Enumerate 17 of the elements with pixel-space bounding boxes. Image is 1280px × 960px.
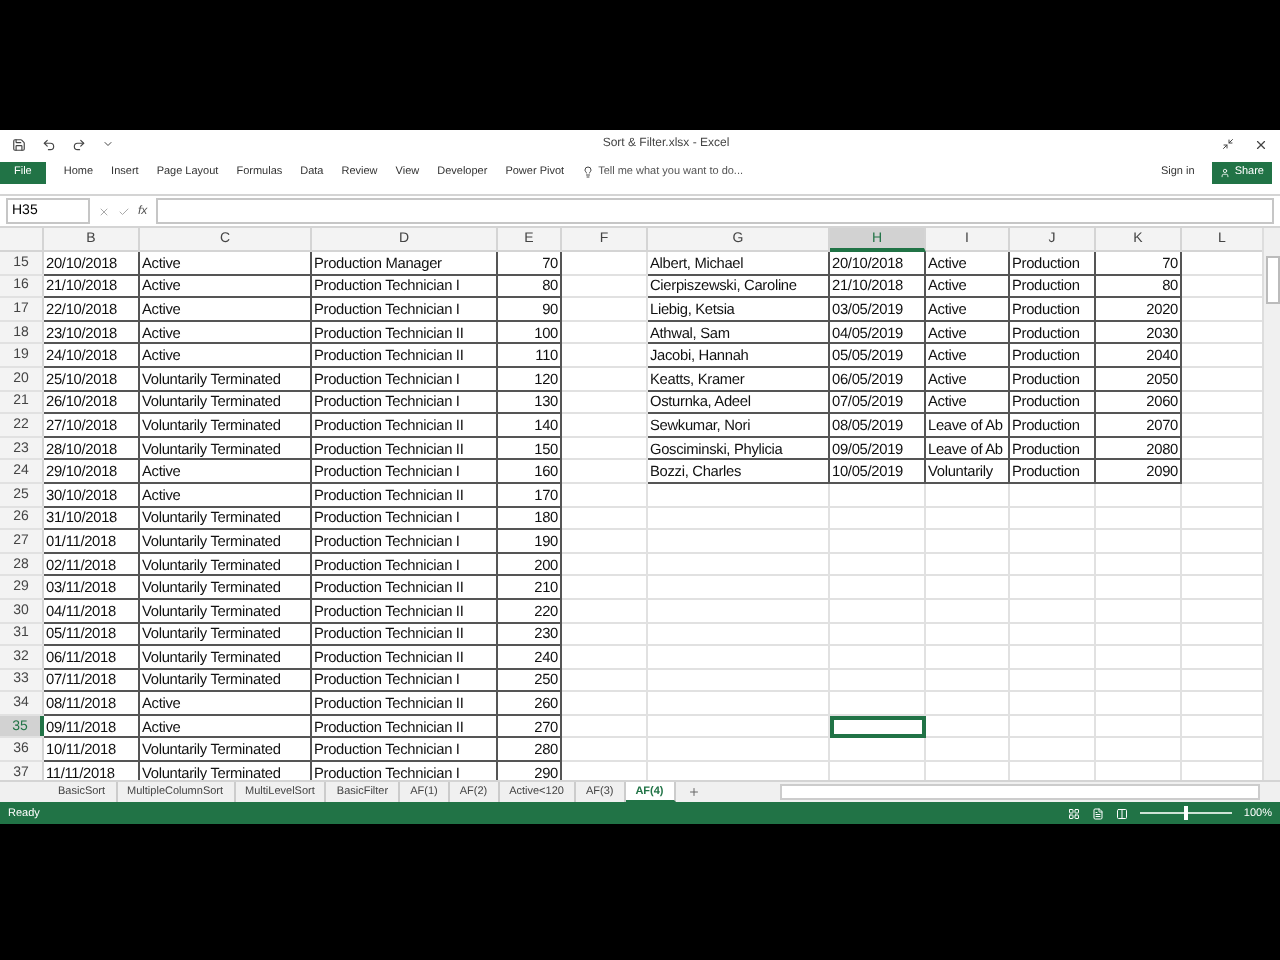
undo-icon[interactable]	[42, 137, 56, 151]
lightbulb-icon	[582, 166, 595, 178]
zoom-slider-thumb[interactable]	[1183, 806, 1188, 820]
restore-icon[interactable]	[1222, 138, 1234, 150]
vertical-scrollbar[interactable]	[1262, 228, 1280, 780]
redo-icon[interactable]	[72, 137, 86, 151]
save-icon[interactable]	[12, 137, 26, 151]
horizontal-scrollbar[interactable]	[779, 784, 1260, 800]
normal-view-icon[interactable]	[1067, 807, 1080, 819]
page-break-icon[interactable]	[1115, 807, 1128, 819]
close-icon[interactable]	[1254, 137, 1268, 151]
selected-cell[interactable]	[830, 715, 926, 739]
add-sheet-icon[interactable]	[687, 786, 700, 798]
formula-input[interactable]	[155, 198, 1274, 224]
customize-icon[interactable]	[102, 138, 114, 150]
page-layout-icon[interactable]	[1091, 807, 1104, 819]
person-icon	[1220, 167, 1231, 177]
